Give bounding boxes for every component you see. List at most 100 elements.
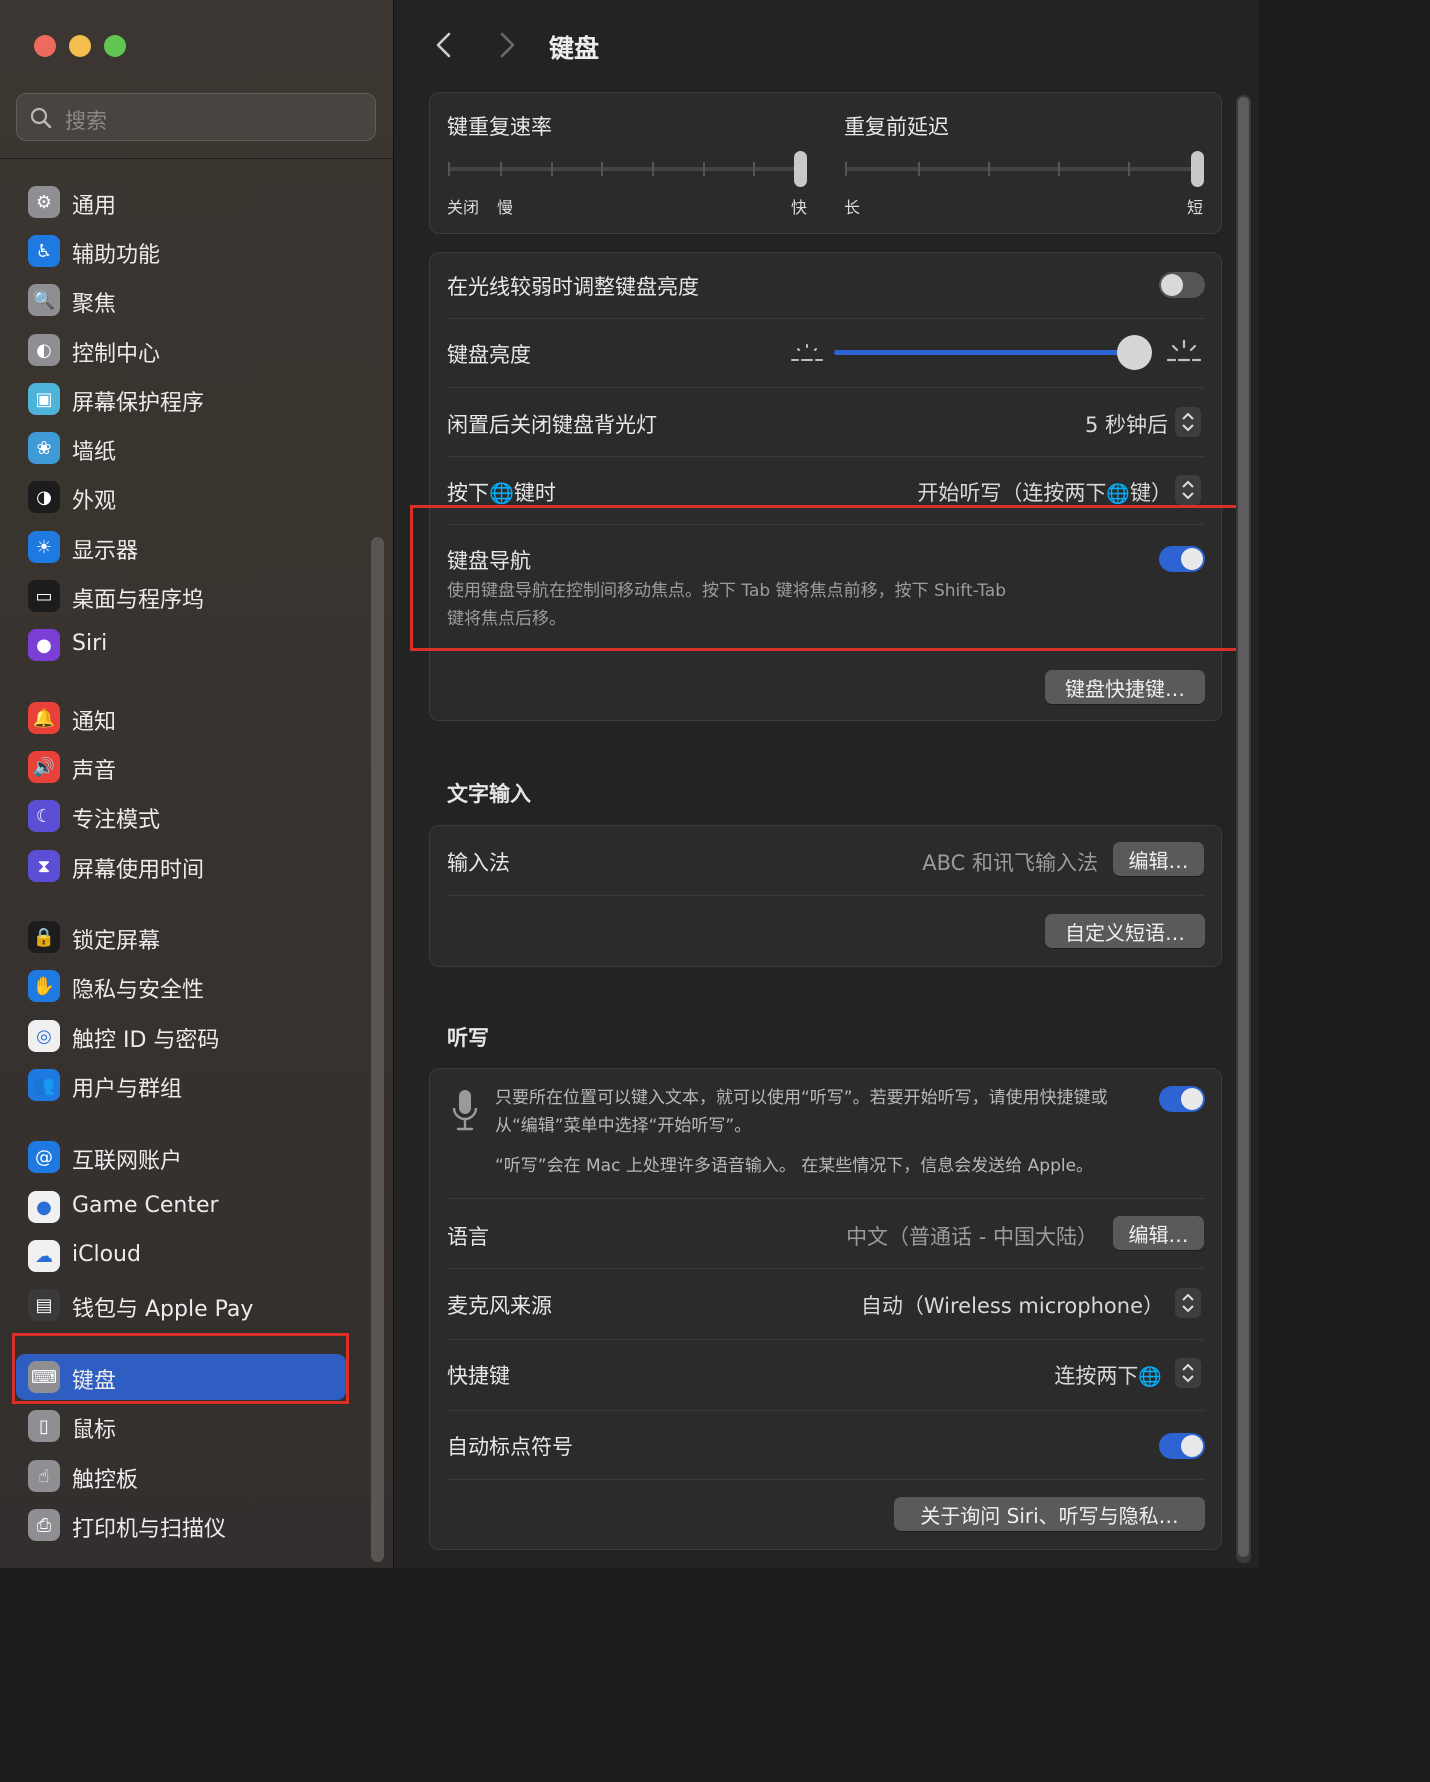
hourglass-icon: ⧗	[28, 850, 60, 882]
dictation-toggle[interactable]	[1159, 1086, 1205, 1112]
globe-icon: 🌐	[489, 481, 514, 505]
adjust-brightness-toggle[interactable]	[1159, 272, 1205, 298]
brightness-low-icon	[791, 344, 823, 361]
sidebar-item[interactable]: ♿ 辅助功能	[16, 228, 346, 274]
sidebar-item[interactable]: ● Game Center	[16, 1184, 346, 1230]
sidebar-item-label: 外观	[72, 489, 117, 514]
globe-key-label-after: 键时	[513, 481, 556, 505]
sidebar-item-label: 互联网账户	[72, 1149, 183, 1174]
toggle-knob	[1161, 274, 1183, 296]
sidebar-item-label: 用户与群组	[72, 1077, 183, 1102]
sidebar-item[interactable]: ▣ 屏幕保护程序	[16, 376, 346, 422]
sidebar-item[interactable]: ✋ 隐私与安全性	[16, 963, 346, 1009]
dictation-shortcut-stepper[interactable]	[1175, 1358, 1201, 1388]
zoom-window-button[interactable]	[104, 35, 126, 57]
keyboard-shortcuts-button[interactable]: 键盘快捷键…	[1045, 670, 1205, 704]
content-scrollbar[interactable]	[1236, 95, 1251, 1563]
chevron-updown-icon	[1182, 1293, 1194, 1313]
sidebar-item[interactable]: ▤ 钱包与 Apple Pay	[16, 1282, 346, 1328]
sidebar-item[interactable]: ◑ 外观	[16, 474, 346, 520]
mic-source-stepper[interactable]	[1175, 1288, 1201, 1318]
close-window-button[interactable]	[34, 35, 56, 57]
screensaver-icon: ▣	[28, 383, 60, 415]
globe-key-stepper[interactable]	[1175, 475, 1201, 505]
icloud-icon: ☁	[28, 1240, 60, 1272]
sidebar-item-label: 锁定屏幕	[72, 929, 161, 954]
sidebar-item-label: 专注模式	[72, 808, 161, 833]
sidebar-item[interactable]: ☾ 专注模式	[16, 793, 346, 839]
slider-tick	[1058, 162, 1060, 176]
sidebar-scrollbar[interactable]	[371, 537, 384, 1562]
about-siri-dictation-privacy-button[interactable]: 关于询问 Siri、听写与隐私…	[894, 1497, 1205, 1531]
sidebar: 搜索 ⚙ 通用 ♿ 辅助功能 🔍 聚焦 ◐ 控制中心 ▣ 屏幕保护程序 ❀ 墙纸 ◑ 外观 ☀ 显示器 ▭ 桌面与…	[0, 0, 393, 1568]
repeat-slow-label: 慢	[497, 198, 514, 217]
dictation-description: 只要所在位置可以键入文本，就可以使用“听写”。若要开始听写，请使用快捷键或 从“…	[495, 1084, 1108, 1140]
toggle-knob	[1181, 1435, 1203, 1457]
input-sources-edit-button[interactable]: 编辑…	[1113, 842, 1204, 876]
spotlight-icon: 🔍	[28, 284, 60, 316]
sidebar-item-label: 触控 ID 与密码	[72, 1028, 220, 1053]
sidebar-item[interactable]: 🔊 声音	[16, 744, 346, 790]
sidebar-item[interactable]: ☁ iCloud	[16, 1233, 346, 1279]
mic-source-value[interactable]: 自动（Wireless microphone）	[861, 1290, 1164, 1320]
microphone-icon	[452, 1090, 478, 1131]
hand-icon: ✋	[28, 970, 60, 1002]
sidebar-item[interactable]: ⧗ 屏幕使用时间	[16, 843, 346, 889]
search-input[interactable]: 搜索	[16, 93, 376, 141]
scrollbar-thumb[interactable]	[1238, 97, 1249, 1557]
notification-icon: 🔔	[28, 702, 60, 734]
slider-thumb[interactable]	[794, 151, 807, 187]
description-line: 只要所在位置可以键入文本，就可以使用“听写”。若要开始听写，请使用快捷键或	[495, 1088, 1108, 1108]
sidebar-item[interactable]: ▯ 鼠标	[16, 1403, 346, 1449]
minimize-window-button[interactable]	[69, 35, 91, 57]
sidebar-item[interactable]: 🔍 聚焦	[16, 277, 346, 323]
sidebar-item-label: 鼠标	[72, 1418, 117, 1443]
row-divider	[447, 456, 1205, 457]
back-arrow-icon[interactable]	[430, 30, 458, 60]
sidebar-item-label: 桌面与程序坞	[72, 588, 205, 613]
lock-icon: 🔒	[28, 921, 60, 953]
dictation-language-edit-button[interactable]: 编辑…	[1113, 1216, 1204, 1250]
slider-tick	[845, 162, 847, 176]
sidebar-item[interactable]: 🔔 通知	[16, 695, 346, 741]
slider-knob[interactable]	[1117, 335, 1152, 370]
globe-key-value[interactable]: 开始听写（连按两下🌐键）	[917, 477, 1172, 507]
sidebar-item[interactable]: ▭ 桌面与程序坞	[16, 573, 346, 619]
slider-tick	[500, 162, 502, 176]
wallpaper-icon: ❀	[28, 432, 60, 464]
printer-icon: ⎙	[28, 1509, 60, 1541]
backlight-off-stepper[interactable]	[1175, 407, 1201, 437]
input-sources-value: ABC 和讯飞输入法	[922, 851, 1098, 875]
sidebar-item-label: 隐私与安全性	[72, 978, 205, 1003]
globe-icon: 🌐	[1106, 483, 1130, 505]
sidebar-item[interactable]: ⚙ 通用	[16, 179, 346, 225]
sidebar-item[interactable]: ● Siri	[16, 622, 346, 668]
sidebar-item[interactable]: 🔒 锁定屏幕	[16, 914, 346, 960]
sidebar-item[interactable]: ◎ 触控 ID 与密码	[16, 1013, 346, 1059]
trackpad-icon: ☝	[28, 1460, 60, 1492]
slider-tick	[918, 162, 920, 176]
sidebar-item[interactable]: ❀ 墙纸	[16, 425, 346, 471]
slider-tick	[551, 162, 553, 176]
mic-source-label: 麦克风来源	[447, 1294, 552, 1318]
sidebar-item-label: 打印机与扫描仪	[72, 1517, 227, 1542]
forward-arrow-icon[interactable]	[493, 30, 521, 60]
sidebar-separator	[393, 0, 394, 1568]
auto-punctuation-toggle[interactable]	[1159, 1433, 1205, 1459]
sidebar-item[interactable]: ☝ 触控板	[16, 1453, 346, 1499]
sidebar-item[interactable]: ⎙ 打印机与扫描仪	[16, 1502, 346, 1548]
sidebar-item[interactable]: ◐ 控制中心	[16, 327, 346, 373]
sidebar-item-label: 声音	[72, 759, 117, 784]
sidebar-item[interactable]: @ 互联网账户	[16, 1134, 346, 1180]
dictation-language-label: 语言	[447, 1225, 489, 1249]
sidebar-item[interactable]: ☀ 显示器	[16, 524, 346, 570]
text-replacements-button[interactable]: 自定义短语…	[1045, 914, 1205, 948]
slider-thumb[interactable]	[1191, 151, 1204, 187]
sidebar-item-label: 触控板	[72, 1468, 139, 1493]
sidebar-item-label: Siri	[72, 631, 108, 656]
dictation-privacy-note: “听写”会在 Mac 上处理许多语音输入。 在某些情况下，信息会发送给 Appl…	[495, 1156, 1094, 1176]
sidebar-item[interactable]: 👥 用户与群组	[16, 1062, 346, 1108]
backlight-off-value[interactable]: 5 秒钟后	[1085, 409, 1168, 439]
dictation-shortcut-value[interactable]: 连按两下🌐	[1054, 1360, 1162, 1390]
globe-key-value-before: 开始听写（连按两下	[917, 481, 1107, 505]
